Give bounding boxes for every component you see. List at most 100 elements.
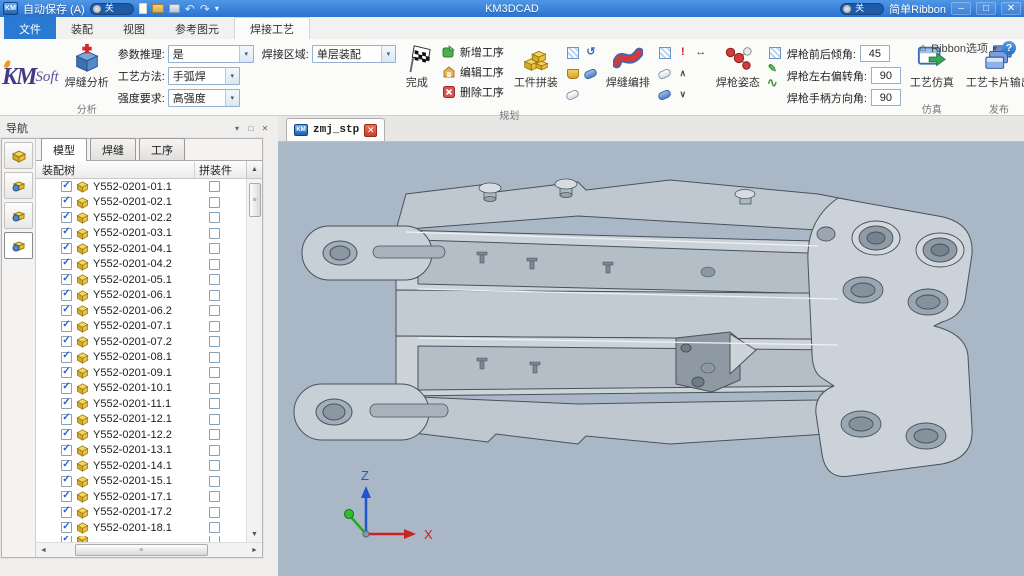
visibility-checkbox[interactable]: ✓ [61, 243, 72, 254]
tree-row[interactable]: ✓ Y552-0201-13.1 [36, 443, 246, 459]
assembly-part-checkbox[interactable] [209, 398, 220, 409]
panel-menu-icon[interactable]: ▾ [232, 124, 242, 133]
visibility-checkbox[interactable]: ✓ [61, 522, 72, 533]
visibility-checkbox[interactable]: ✓ [61, 290, 72, 301]
tree-header-assembly[interactable]: 装配树 [36, 162, 194, 178]
assembly-part-checkbox[interactable] [209, 522, 220, 533]
assembly-part-checkbox[interactable] [209, 212, 220, 223]
torch-yaw-input[interactable] [871, 67, 901, 84]
weld-pattern-button[interactable] [658, 46, 671, 59]
assembly-part-checkbox[interactable] [209, 274, 220, 285]
visibility-checkbox[interactable]: ✓ [61, 274, 72, 285]
simple-ribbon-toggle[interactable]: 关 [840, 3, 884, 15]
tree-row[interactable]: ✓ Y552-0201-12.1 [36, 412, 246, 428]
assembly-part-checkbox[interactable] [209, 429, 220, 440]
assembly-pattern-button[interactable] [566, 46, 579, 59]
strip-assembly-button-3[interactable] [4, 232, 33, 259]
assembly-part-checkbox[interactable] [209, 507, 220, 518]
part-assembly-button[interactable]: 工件拼装 [511, 41, 561, 107]
torch-pitch-input[interactable] [860, 45, 890, 62]
tab-weld-seam[interactable]: 焊缝 [90, 138, 136, 160]
assembly-part-checkbox[interactable] [209, 228, 220, 239]
assembly-part-checkbox[interactable] [209, 414, 220, 425]
scroll-up-button[interactable]: ▲ [246, 161, 262, 178]
add-process-button[interactable]: 新增工序 [438, 42, 508, 62]
close-button[interactable]: ✕ [1001, 2, 1021, 15]
weld-analysis-button[interactable]: 焊缝分析 [62, 41, 112, 101]
tab-reference[interactable]: 参考图元 [160, 17, 234, 39]
visibility-checkbox[interactable]: ✓ [61, 305, 72, 316]
app-logo-icon[interactable]: KM [3, 2, 18, 15]
tree-row[interactable]: ✓ Y552-0201-02.2 [36, 210, 246, 226]
tree-row[interactable]: ✓ Y552-0201-12.2 [36, 427, 246, 443]
tree-row[interactable]: ✓ Y552-0201-04.2 [36, 257, 246, 273]
tree-row[interactable]: ✓ Y552-0201-18.1 [36, 520, 246, 536]
assembly-part-checkbox[interactable] [209, 197, 220, 208]
new-file-button[interactable] [139, 3, 147, 14]
document-tab[interactable]: KM zmj_stp ✕ [286, 118, 385, 141]
panel-pin-icon[interactable]: □ [246, 124, 256, 133]
visibility-checkbox[interactable]: ✓ [61, 460, 72, 471]
assembly-part-checkbox[interactable] [209, 259, 220, 270]
fill-tool-button[interactable] [566, 67, 579, 80]
assembly-part-checkbox[interactable] [209, 321, 220, 332]
tree-row[interactable]: ✓ Y552-0201-10.1 [36, 381, 246, 397]
rotate-tool-button[interactable]: ↺ [584, 46, 597, 59]
minimize-button[interactable]: – [951, 2, 971, 15]
weld-arrange-button[interactable]: 焊缝编排 [603, 41, 653, 107]
finish-button[interactable]: 完成 [399, 41, 435, 107]
help-button[interactable]: ? [1002, 41, 1016, 55]
maximize-button[interactable]: □ [976, 2, 996, 15]
tree-row[interactable]: ✓ Y552-0201-06.2 [36, 303, 246, 319]
tab-model[interactable]: 模型 [41, 138, 87, 161]
qat-more-button[interactable]: ▾ [215, 4, 219, 13]
visibility-checkbox[interactable]: ✓ [61, 491, 72, 502]
assembly-part-checkbox[interactable] [209, 476, 220, 487]
scroll-right-button[interactable]: ► [247, 547, 262, 554]
scrollbar-thumb[interactable]: ≡ [249, 183, 261, 217]
torch-pose-button[interactable]: 焊枪姿态 [713, 41, 763, 107]
document-close-icon[interactable]: ✕ [364, 124, 377, 137]
assembly-part-checkbox[interactable] [209, 352, 220, 363]
strip-assembly-button-2[interactable] [4, 202, 33, 229]
visibility-checkbox[interactable]: ✓ [61, 336, 72, 347]
visibility-checkbox[interactable]: ✓ [61, 536, 72, 543]
tree-row[interactable]: ✓ Y552-0201-01.1 [36, 179, 246, 195]
tree-row-partial[interactable]: ✓ [36, 536, 246, 543]
pin-blue-button[interactable] [584, 67, 597, 80]
weld-alert-button[interactable]: ! [676, 46, 689, 59]
visibility-checkbox[interactable]: ✓ [61, 197, 72, 208]
viewport-3d[interactable]: Z X [278, 142, 1024, 576]
torch-handle-input[interactable] [871, 89, 901, 106]
visibility-checkbox[interactable]: ✓ [61, 352, 72, 363]
tab-welding[interactable]: 焊接工艺 [234, 17, 310, 39]
tree-row[interactable]: ✓ Y552-0201-03.1 [36, 226, 246, 242]
tab-process[interactable]: 工序 [139, 138, 185, 160]
assembly-part-checkbox[interactable] [209, 383, 220, 394]
visibility-checkbox[interactable]: ✓ [61, 414, 72, 425]
assembly-part-checkbox[interactable] [209, 336, 220, 347]
panel-close-icon[interactable]: ✕ [260, 124, 270, 133]
tree-row[interactable]: ✓ Y552-0201-17.1 [36, 489, 246, 505]
visibility-checkbox[interactable]: ✓ [61, 181, 72, 192]
redo-button[interactable]: ↷ [200, 3, 210, 15]
tab-assembly[interactable]: 装配 [56, 17, 108, 39]
strip-model-button[interactable] [4, 142, 33, 169]
tree-row[interactable]: ✓ Y552-0201-05.1 [36, 272, 246, 288]
checker-icon[interactable] [769, 47, 781, 59]
autosave-toggle[interactable]: 关 [90, 3, 134, 15]
move-up-button[interactable]: ∧ [676, 67, 689, 80]
tree-row[interactable]: ✓ Y552-0201-09.1 [36, 365, 246, 381]
param-inference-select[interactable]: 是 ▾ [168, 45, 254, 63]
tree-row[interactable]: ✓ Y552-0201-06.1 [36, 288, 246, 304]
tree-row[interactable]: ✓ Y552-0201-11.1 [36, 396, 246, 412]
tab-file[interactable]: 文件 [4, 17, 56, 39]
tree-row[interactable]: ✓ Y552-0201-02.1 [36, 195, 246, 211]
move-down-button[interactable]: ∨ [676, 88, 689, 101]
visibility-checkbox[interactable]: ✓ [61, 228, 72, 239]
tree-row[interactable]: ✓ Y552-0201-04.1 [36, 241, 246, 257]
ribbon-options-caret-icon[interactable]: ▾ [993, 44, 997, 53]
undo-button[interactable]: ↶ [185, 3, 195, 15]
assembly-part-checkbox[interactable] [209, 367, 220, 378]
assembly-part-checkbox[interactable] [209, 460, 220, 471]
